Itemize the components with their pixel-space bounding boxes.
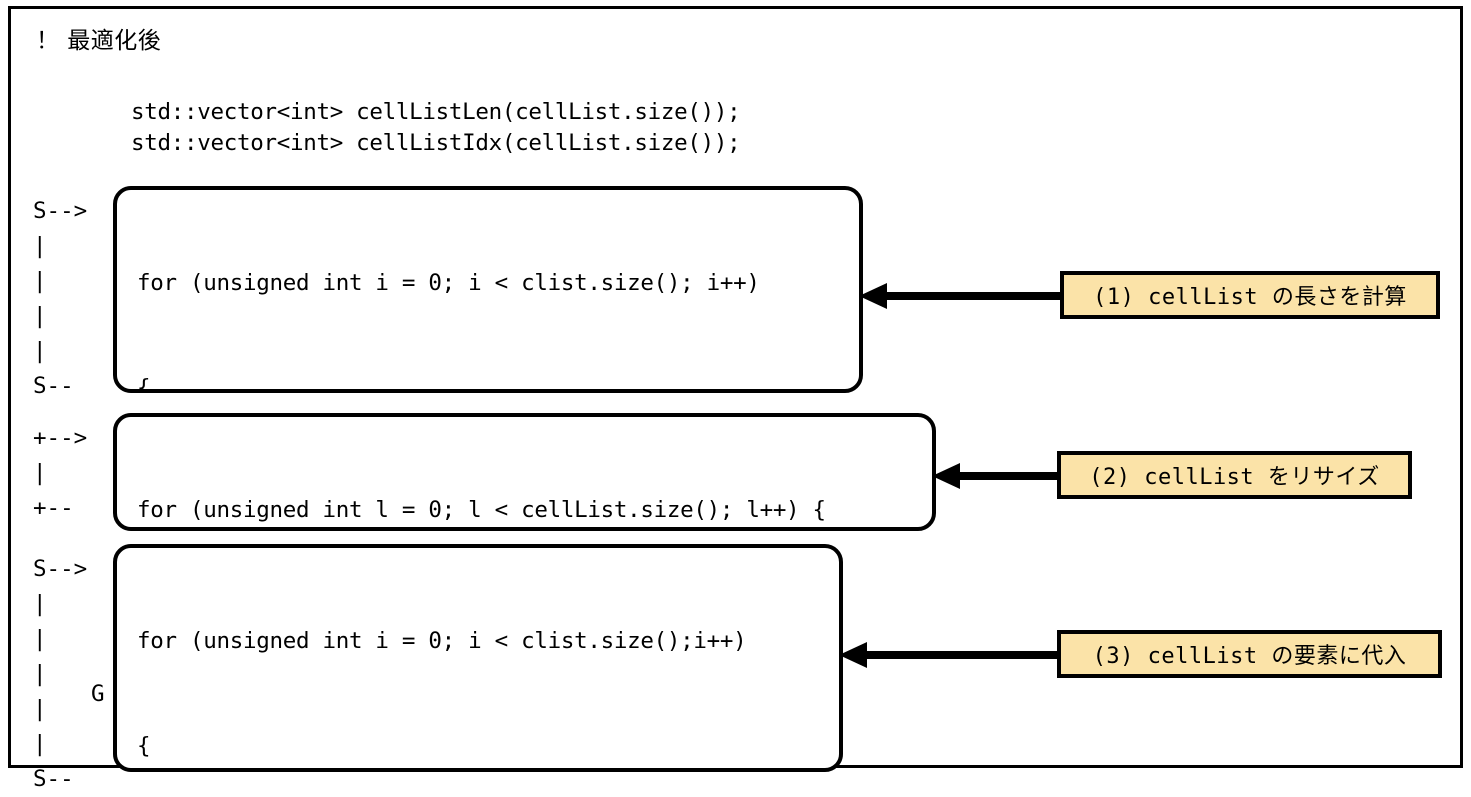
code-line: { — [137, 733, 151, 759]
slide-frame: ！ 最適化後 std::vector<int> cellListLen(cell… — [8, 6, 1463, 792]
code-block-2-body: for (unsigned int l = 0; l < cellList.si… — [137, 423, 826, 527]
code-block-3-body: for (unsigned int i = 0; i < clist.size(… — [137, 554, 747, 768]
arrow-left-icon-3 — [839, 640, 1067, 670]
callout-label-1: (1) cellList の長さを計算 — [1060, 271, 1440, 319]
code-line: for (unsigned int l = 0; l < cellList.si… — [137, 497, 826, 523]
page-title: ！ 最適化後 — [36, 28, 162, 54]
callout-label-2: (2) cellList をリサイズ — [1057, 451, 1412, 499]
gutter-mark-g: G — [91, 681, 105, 707]
code-line: for (unsigned int i = 0; i < clist.size(… — [137, 270, 760, 296]
arrow-left-icon-2 — [932, 461, 1062, 491]
code-block-3: for (unsigned int i = 0; i < clist.size(… — [113, 544, 843, 772]
code-block-1-body: for (unsigned int i = 0; i < clist.size(… — [137, 196, 760, 393]
declaration-line-2: std::vector<int> cellListIdx(cellList.si… — [131, 130, 741, 156]
declaration-line-1: std::vector<int> cellListLen(cellList.si… — [131, 99, 741, 125]
code-line: { — [137, 375, 151, 393]
arrow-shaft — [958, 472, 1062, 480]
code-block-2: for (unsigned int l = 0; l < cellList.si… — [113, 413, 936, 531]
callout-label-3: (3) cellList の要素に代入 — [1057, 630, 1442, 678]
arrow-left-icon-1 — [859, 281, 1069, 311]
arrow-shaft — [885, 292, 1069, 300]
arrow-shaft — [865, 651, 1067, 659]
arrow-head — [932, 463, 960, 489]
arrow-head — [859, 283, 887, 309]
code-block-1: for (unsigned int i = 0; i < clist.size(… — [113, 186, 863, 393]
slide-page: ！ 最適化後 std::vector<int> cellListLen(cell… — [0, 0, 1471, 792]
code-line: for (unsigned int i = 0; i < clist.size(… — [137, 628, 747, 654]
arrow-head — [839, 642, 867, 668]
